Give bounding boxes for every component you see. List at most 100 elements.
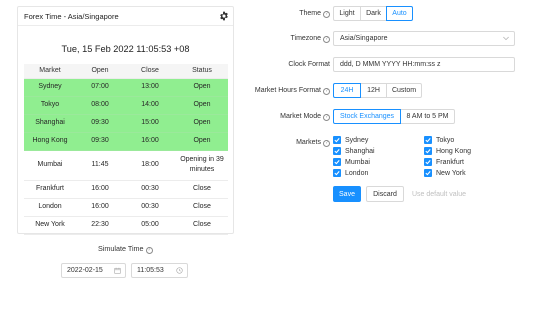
status-cell: Close	[176, 216, 228, 235]
simulate-date-value: 2022-02-15	[67, 267, 103, 274]
save-button[interactable]: Save	[333, 186, 361, 202]
market-checkbox-sydney[interactable]: Sydney	[333, 136, 368, 144]
market-checkbox-shanghai[interactable]: Shanghai	[333, 147, 375, 155]
open-time-cell: 11:45	[76, 150, 124, 181]
close-time-cell: 14:00	[124, 96, 176, 115]
timezone-select[interactable]: Asia/Singapore	[333, 31, 515, 46]
table-row: Sydney 07:00 13:00 Open	[24, 78, 228, 97]
market-checkbox-new-york[interactable]: New York	[424, 169, 466, 177]
chevron-down-icon	[503, 36, 509, 41]
market-mode-option-8am-5pm[interactable]: 8 AM to 5 PM	[400, 109, 455, 124]
market-cell: New York	[24, 216, 76, 235]
forex-time-widget: Forex Time - Asia/Singapore Tue, 15 Feb …	[17, 6, 234, 235]
status-cell: Opening in 39 minutes	[176, 150, 228, 181]
status-cell: Open	[176, 114, 228, 133]
hours-format-option-custom[interactable]: Custom	[386, 83, 422, 98]
checkbox-checked-icon	[333, 136, 341, 144]
market-checkbox-label: Tokyo	[436, 136, 455, 144]
table-row: London 16:00 00:30 Close	[24, 198, 228, 217]
market-cell: Hong Kong	[24, 132, 76, 151]
checkbox-checked-icon	[333, 147, 341, 155]
open-time-cell: 16:00	[76, 198, 124, 217]
market-checkbox-tokyo[interactable]: Tokyo	[424, 136, 454, 144]
question-circle-icon[interactable]: ?	[323, 88, 330, 95]
timezone-label-text: Timezone	[290, 35, 321, 42]
market-mode-label: Market Mode?	[280, 113, 330, 121]
simulate-date-picker[interactable]: 2022-02-15	[61, 263, 126, 278]
simulate-time-text: Simulate Time	[98, 244, 144, 253]
checkbox-checked-icon	[333, 158, 341, 166]
close-time-cell: 13:00	[124, 78, 176, 97]
table-row: Hong Kong 09:30 16:00 Open	[24, 132, 228, 151]
checkbox-checked-icon	[424, 169, 432, 177]
markets-table: Market Open Close Status Sydney 07:00 13…	[24, 64, 228, 235]
question-circle-icon[interactable]: ?	[323, 140, 330, 147]
hours-format-option-12h[interactable]: 12H	[360, 83, 387, 98]
open-time-cell: 16:00	[76, 180, 124, 199]
markets-label: Markets?	[296, 139, 330, 147]
question-circle-icon[interactable]: ?	[323, 36, 330, 43]
checkbox-checked-icon	[333, 169, 341, 177]
theme-label: Theme?	[299, 10, 330, 18]
close-time-cell: 15:00	[124, 114, 176, 133]
simulate-time-picker[interactable]: 11:05:53	[131, 263, 188, 278]
market-cell: Sydney	[24, 78, 76, 97]
use-default-value-button[interactable]: Use default value	[411, 186, 467, 202]
open-time-cell: 09:30	[76, 114, 124, 133]
column-header-market: Market	[24, 64, 76, 79]
table-row: New York 22:30 05:00 Close	[24, 216, 228, 235]
discard-button[interactable]: Discard	[366, 186, 404, 202]
market-checkbox-label: Mumbai	[345, 158, 370, 166]
question-circle-icon[interactable]: ?	[323, 11, 330, 18]
market-checkbox-hong-kong[interactable]: Hong Kong	[424, 147, 471, 155]
simulate-time-value: 11:05:53	[137, 267, 164, 274]
gear-icon[interactable]	[219, 11, 229, 21]
market-hours-format-label: Market Hours Format?	[255, 87, 330, 95]
market-mode-option-stock-exchanges[interactable]: Stock Exchanges	[333, 109, 401, 124]
theme-option-dark[interactable]: Dark	[360, 6, 387, 21]
market-checkbox-london[interactable]: London	[333, 169, 368, 177]
timezone-label: Timezone?	[291, 35, 330, 43]
clock-format-label: Clock Format	[288, 61, 330, 68]
column-header-close: Close	[124, 64, 176, 79]
market-cell: Tokyo	[24, 96, 76, 115]
checkbox-checked-icon	[424, 147, 432, 155]
question-circle-icon[interactable]: ?	[323, 114, 330, 121]
table-row: Shanghai 09:30 15:00 Open	[24, 114, 228, 133]
column-header-status: Status	[176, 64, 228, 79]
theme-radio-group: Light Dark Auto	[333, 6, 413, 21]
market-checkbox-frankfurt[interactable]: Frankfurt	[424, 158, 464, 166]
theme-label-text: Theme	[299, 10, 321, 17]
question-circle-icon[interactable]: ?	[145, 247, 153, 254]
widget-header: Forex Time - Asia/Singapore	[18, 7, 233, 26]
market-checkbox-label: Sydney	[345, 136, 369, 144]
table-row: Tokyo 08:00 14:00 Open	[24, 96, 228, 115]
checkbox-checked-icon	[424, 136, 432, 144]
market-cell: Mumbai	[24, 150, 76, 181]
status-cell: Close	[176, 180, 228, 199]
open-time-cell: 07:00	[76, 78, 124, 97]
calendar-icon	[114, 267, 121, 274]
market-checkbox-mumbai[interactable]: Mumbai	[333, 158, 370, 166]
market-mode-label-text: Market Mode	[280, 113, 321, 120]
hours-format-option-24h[interactable]: 24H	[333, 83, 361, 98]
open-time-cell: 09:30	[76, 132, 124, 151]
market-cell: London	[24, 198, 76, 217]
market-checkbox-label: Frankfurt	[436, 158, 465, 166]
widget-title: Forex Time - Asia/Singapore	[24, 12, 119, 21]
theme-option-auto[interactable]: Auto	[386, 6, 413, 21]
market-checkbox-label: New York	[436, 169, 466, 177]
market-cell: Frankfurt	[24, 180, 76, 199]
status-cell: Open	[176, 132, 228, 151]
close-time-cell: 16:00	[124, 132, 176, 151]
market-checkbox-label: London	[345, 169, 369, 177]
table-row: Mumbai 11:45 18:00 Opening in 39 minutes	[24, 150, 228, 181]
table-header-row: Market Open Close Status	[24, 64, 228, 79]
market-checkbox-label: Hong Kong	[436, 147, 472, 155]
clock-format-input[interactable]: ddd, D MMM YYYY HH:mm:ss z	[333, 57, 515, 72]
markets-label-text: Markets	[296, 139, 321, 146]
timezone-value: Asia/Singapore	[340, 35, 388, 42]
open-time-cell: 22:30	[76, 216, 124, 235]
close-time-cell: 00:30	[124, 198, 176, 217]
theme-option-light[interactable]: Light	[333, 6, 361, 21]
